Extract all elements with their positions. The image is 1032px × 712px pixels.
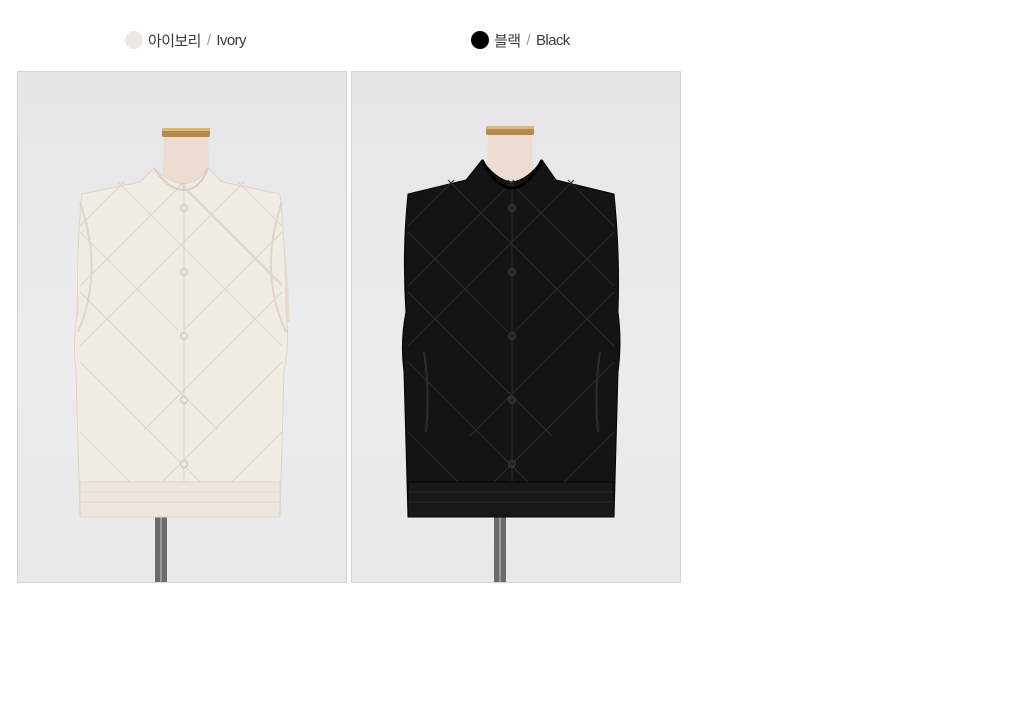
color-name-korean: 아이보리 [148,32,201,50]
product-image-black [351,71,681,583]
color-name-english: Ivory [216,31,246,49]
ivory-vest-image [73,128,290,582]
color-separator: / [206,31,211,49]
ivory-swatch-icon [125,31,143,49]
product-image-ivory [17,71,347,583]
color-name-korean: 블랙 [494,32,521,50]
black-swatch-icon [471,31,489,49]
product-color-options: 아이보리 / Ivory 블랙 / Black [0,0,1032,712]
color-separator: / [526,31,530,49]
color-label-ivory: 아이보리 / Ivory [125,28,246,52]
color-label-black: 블랙 / Black [471,28,570,52]
black-vest-image [401,126,621,582]
color-name-english: Black [535,31,570,49]
